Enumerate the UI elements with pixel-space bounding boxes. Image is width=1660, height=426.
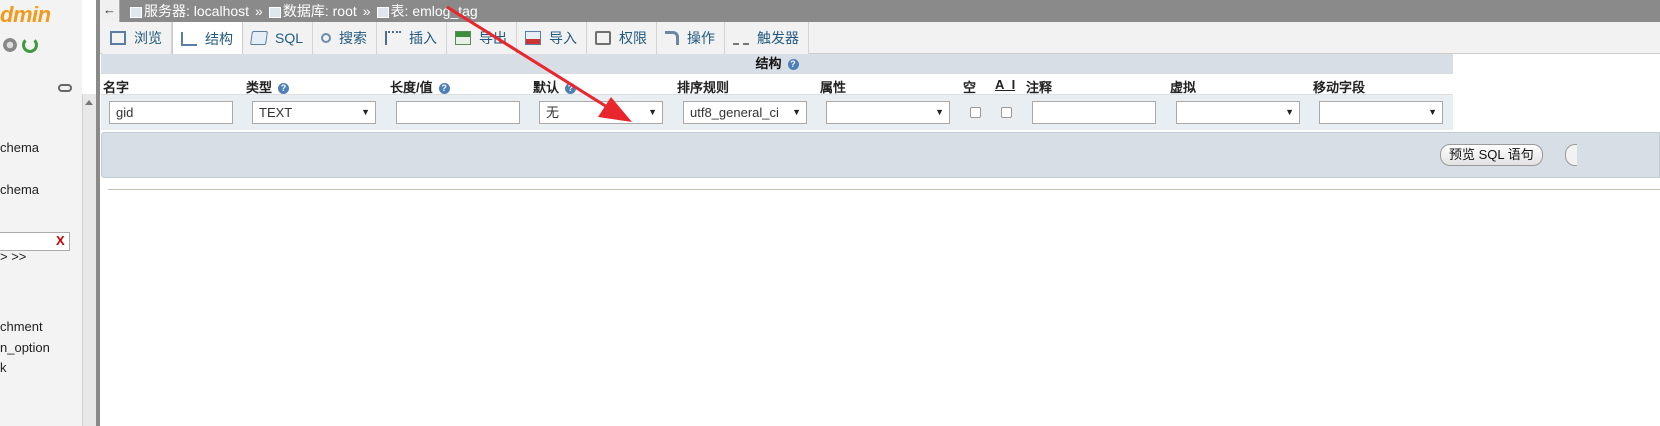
field-virtual-select[interactable] <box>1176 101 1300 124</box>
field-length-input[interactable] <box>396 101 520 124</box>
structure-header-row: 名字 类型? 长度/值? 默认? 排序规则 属性 空 A_I 注释 虚拟 移动字… <box>101 74 1453 95</box>
help-icon[interactable]: ? <box>278 83 290 95</box>
tab-strip: 浏览 结构 SQL 搜索 插入 导出 导入 权限 操作 触发器 <box>100 22 1660 55</box>
tab-search[interactable]: 搜索 <box>313 22 378 54</box>
nav-item-schema-2[interactable]: chema <box>0 182 39 197</box>
breadcrumb-server[interactable]: 服务器: localhost <box>130 0 249 22</box>
field-collation-select[interactable]: utf8_general_ci <box>683 101 807 124</box>
tab-structure[interactable]: 结构 <box>172 22 243 55</box>
breadcrumb-separator: » <box>362 3 371 19</box>
clear-filter-icon[interactable]: X <box>56 233 65 248</box>
nav-pagination[interactable]: > >> <box>0 249 26 264</box>
triggers-icon <box>733 31 750 45</box>
header-auto-increment: A_I <box>995 77 1016 92</box>
structure-icon <box>181 31 197 46</box>
table-icon <box>376 6 389 18</box>
server-icon <box>130 6 142 18</box>
nav-item-schema-1[interactable]: chema <box>0 140 39 155</box>
tab-export[interactable]: 导出 <box>447 22 518 54</box>
nav-icon-row <box>2 37 38 53</box>
tab-triggers[interactable]: 触发器 <box>725 22 810 54</box>
tab-insert[interactable]: 插入 <box>377 22 448 54</box>
gear-icon[interactable] <box>2 37 18 53</box>
scroll-up-arrow-icon[interactable] <box>85 100 93 105</box>
link-icon[interactable] <box>58 84 72 92</box>
save-button-partial[interactable] <box>1565 144 1577 166</box>
panel-divider[interactable] <box>96 0 100 426</box>
nav-scrollbar[interactable] <box>82 94 96 426</box>
field-name-input[interactable]: gid <box>109 101 233 124</box>
structure-caption: 结构? <box>101 54 1453 74</box>
database-icon <box>268 6 281 18</box>
field-auto-increment-checkbox[interactable] <box>1001 107 1012 118</box>
nav-item-option[interactable]: n_option <box>0 340 50 355</box>
server-topbar: ← 服务器: localhost » 数据库: root » 表: emlog_… <box>100 0 1660 22</box>
phpmyadmin-window: dmin chema chema X > >> chment n_option … <box>0 0 1660 426</box>
phpmyadmin-logo[interactable]: dmin <box>0 2 51 28</box>
structure-form: 结构? 名字 类型? 长度/值? 默认? 排序规则 属性 空 A_I 注释 虚拟… <box>101 54 1453 130</box>
divider-line <box>108 189 1660 190</box>
tab-browse[interactable]: 浏览 <box>102 22 172 54</box>
operations-icon <box>665 31 680 45</box>
field-move-select[interactable] <box>1319 101 1443 124</box>
breadcrumb-separator: » <box>255 3 263 19</box>
structure-field-row: gid TEXT 无 utf8_general_ci <box>101 94 1453 130</box>
reload-icon[interactable] <box>22 37 38 53</box>
nav-item-attachment[interactable]: chment <box>0 319 43 334</box>
sql-icon <box>250 31 268 45</box>
nav-item-link[interactable]: k <box>0 360 7 375</box>
breadcrumb: 服务器: localhost » 数据库: root » 表: emlog_ta… <box>130 0 478 22</box>
help-icon[interactable]: ? <box>438 83 450 95</box>
field-type-select[interactable]: TEXT <box>252 101 376 124</box>
field-default-select[interactable]: 无 <box>539 101 663 124</box>
field-null-checkbox[interactable] <box>970 107 981 118</box>
help-icon[interactable]: ? <box>565 83 577 95</box>
search-icon <box>321 33 332 43</box>
navigation-panel: dmin chema chema X > >> chment n_option … <box>0 0 82 426</box>
tab-privileges[interactable]: 权限 <box>587 22 658 54</box>
help-icon[interactable]: ? <box>787 59 799 71</box>
browse-icon <box>110 31 126 45</box>
back-arrow-button[interactable]: ← <box>100 0 120 22</box>
form-actions-bar: 预览 SQL 语句 <box>101 132 1660 178</box>
tab-sql[interactable]: SQL <box>243 22 314 54</box>
breadcrumb-database[interactable]: 数据库: root <box>268 0 357 22</box>
privileges-icon <box>595 31 612 45</box>
export-icon <box>455 31 472 45</box>
breadcrumb-table[interactable]: 表: emlog_tag <box>376 0 478 22</box>
preview-sql-button[interactable]: 预览 SQL 语句 <box>1440 144 1543 166</box>
insert-icon <box>385 31 402 45</box>
field-comment-input[interactable] <box>1032 101 1156 124</box>
tab-operations[interactable]: 操作 <box>657 22 726 54</box>
import-icon <box>525 31 542 45</box>
tab-import[interactable]: 导入 <box>517 22 588 54</box>
field-attributes-select[interactable] <box>826 101 950 124</box>
